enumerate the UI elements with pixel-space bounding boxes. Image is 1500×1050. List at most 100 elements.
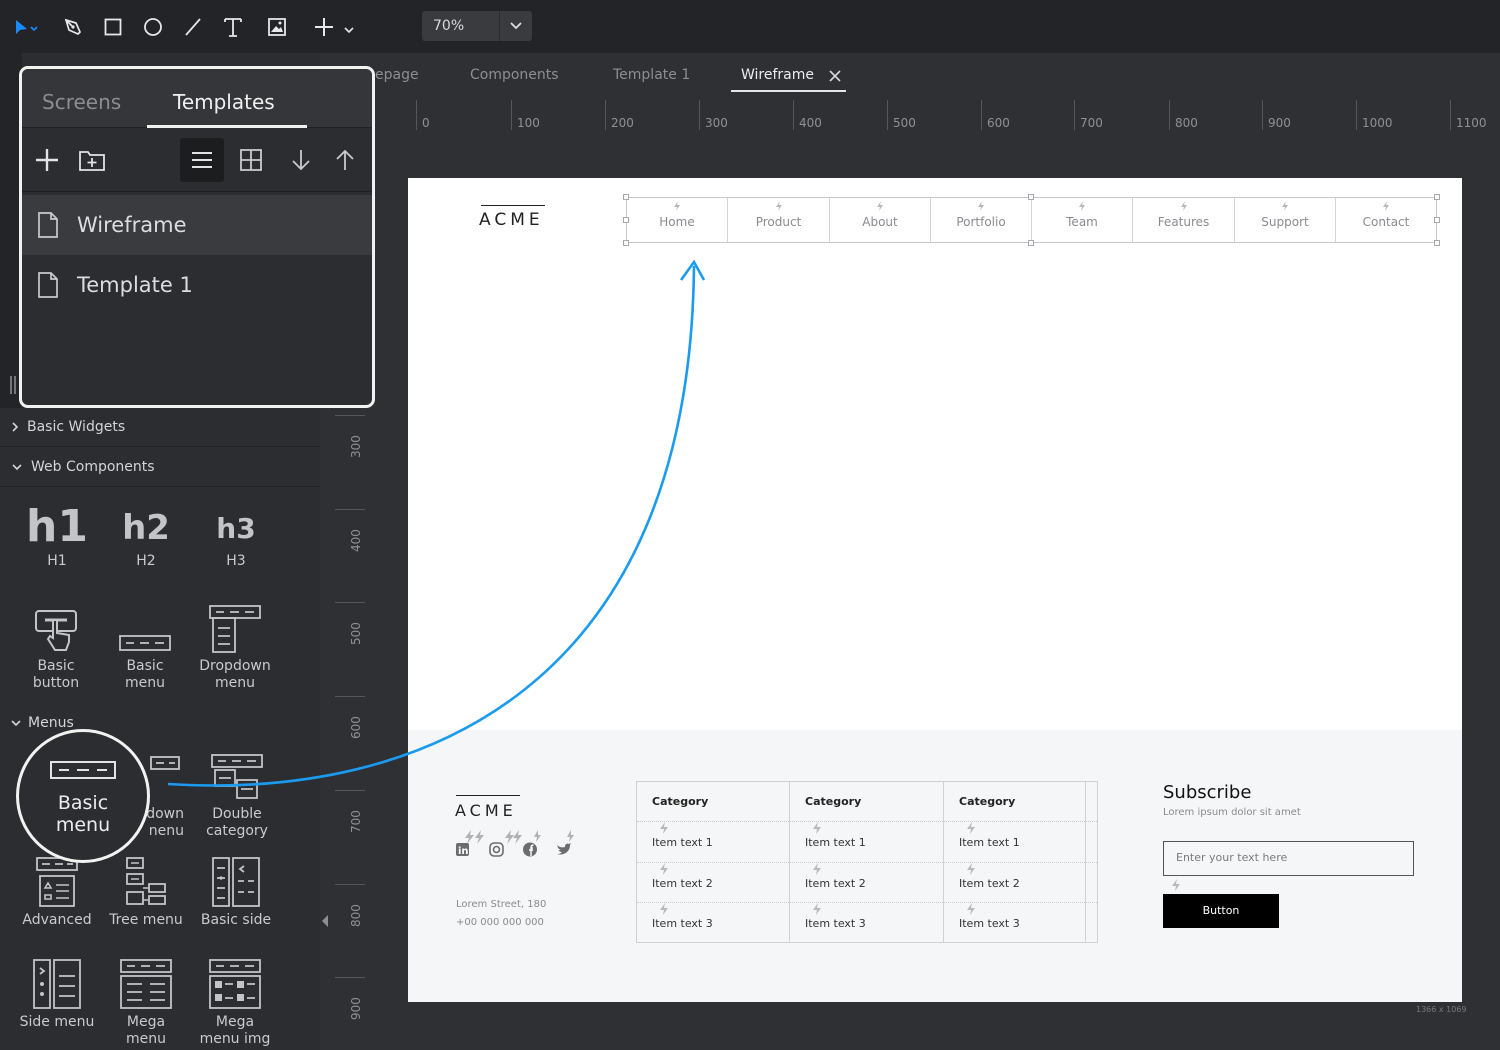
resize-handle[interactable] <box>1434 194 1440 200</box>
nav-item-about[interactable]: About <box>830 198 931 242</box>
ruler-tick: 1000 <box>1356 100 1393 130</box>
widget-tree-menu[interactable]: Tree menu <box>101 852 191 929</box>
pen-tool-button[interactable] <box>56 10 90 44</box>
ruler-tick: 700 <box>335 790 365 833</box>
widget-h3[interactable]: h3 H3 <box>191 493 281 570</box>
category-item[interactable]: Item text 3 <box>652 917 804 930</box>
bolt-icon <box>1079 201 1085 211</box>
widget-label: Double category <box>206 806 268 839</box>
category-item[interactable]: Item text 3 <box>805 917 958 930</box>
section-basic-widgets[interactable]: Basic Widgets <box>0 407 320 447</box>
widget-label: Basic button <box>32 658 80 691</box>
widget-basic-menu[interactable]: Basic menu <box>100 598 190 692</box>
tab-templates[interactable]: Templates <box>173 90 275 114</box>
rectangle-icon <box>104 18 122 36</box>
widget-h1[interactable]: h1 H1 <box>12 493 102 570</box>
widget-h2[interactable]: h2 H2 <box>101 493 191 570</box>
resize-handle[interactable] <box>623 240 629 246</box>
list-view-button[interactable] <box>180 138 224 182</box>
active-tab-indicator <box>147 125 307 128</box>
category-item[interactable]: Item text 2 <box>652 877 804 890</box>
ruler-tick: 300 <box>335 415 365 458</box>
image-tool-button[interactable] <box>260 10 294 44</box>
bolt-icon <box>1180 201 1187 211</box>
close-tab-button[interactable] <box>828 68 842 87</box>
widget-label: H1 <box>47 553 67 569</box>
add-folder-button[interactable] <box>70 138 114 182</box>
category-item[interactable]: Item text 2 <box>959 877 1100 890</box>
widget-mega-menu[interactable]: Mega menu <box>101 954 191 1048</box>
ruler-tick: 600 <box>981 100 1010 130</box>
widget-mega-menu-img[interactable]: Mega menu img <box>190 954 280 1048</box>
grid-view-button[interactable] <box>229 138 273 182</box>
chevron-down-icon <box>12 463 22 470</box>
section-label: Web Components <box>31 458 155 475</box>
widget-basic-side-menu[interactable]: Basic side <box>191 852 281 929</box>
zoom-selector[interactable]: 70% <box>422 11 532 41</box>
category-item[interactable]: Item text 1 <box>959 836 1100 849</box>
highlight-label: Basic menu <box>55 792 111 836</box>
add-tool-button[interactable] <box>310 10 358 44</box>
tab-homepage[interactable]: epage <box>375 67 419 83</box>
subscribe-button[interactable]: Button <box>1163 894 1279 928</box>
wireframe-page[interactable]: ACME Home Product About Portfolio Team F… <box>408 178 1462 1002</box>
tab-screens[interactable]: Screens <box>42 90 121 114</box>
drag-handle-icon[interactable] <box>9 376 17 394</box>
zoom-value[interactable]: 70% <box>422 11 500 41</box>
nav-item-home[interactable]: Home <box>627 198 728 242</box>
widget-side-menu[interactable]: Side menu <box>12 954 102 1031</box>
sort-descending-button[interactable] <box>279 138 323 182</box>
category-item[interactable]: Item text 2 <box>805 877 958 890</box>
table-divider <box>637 821 1097 822</box>
template-item-template-1[interactable]: Template 1 <box>22 255 372 315</box>
widget-advanced-menu[interactable]: Advanced <box>12 852 102 929</box>
template-item-wireframe[interactable]: Wireframe <box>22 195 372 255</box>
resize-handle[interactable] <box>623 194 629 200</box>
basic-menu-highlight[interactable]: Basic menu <box>16 729 150 863</box>
mega-menu-icon <box>120 959 172 1009</box>
resize-handle[interactable] <box>1434 217 1440 223</box>
nav-item-portfolio[interactable]: Portfolio <box>931 198 1032 242</box>
resize-handle[interactable] <box>1028 240 1034 246</box>
plus-icon <box>315 18 354 36</box>
ruler-label: 800 <box>349 904 363 927</box>
nav-item-product[interactable]: Product <box>728 198 830 242</box>
widget-dropdown-menu[interactable]: Dropdown menu <box>190 598 280 692</box>
tab-components[interactable]: Components <box>470 67 559 83</box>
section-menus[interactable]: Menus <box>10 715 74 731</box>
widget-double-category[interactable]: Double category <box>192 752 282 840</box>
category-item[interactable]: Item text 3 <box>959 917 1100 930</box>
nav-item-team[interactable]: Team <box>1032 198 1133 242</box>
basic-menu-widget[interactable]: Home Product About Portfolio Team Featur… <box>626 197 1437 243</box>
tab-template-1[interactable]: Template 1 <box>613 67 690 83</box>
resize-handle[interactable] <box>1434 240 1440 246</box>
ruler-tick: 800 <box>335 884 365 927</box>
zoom-dropdown-button[interactable] <box>500 11 531 41</box>
bolt-icon <box>978 201 984 211</box>
tab-wireframe[interactable]: Wireframe <box>741 67 814 83</box>
add-folder-icon <box>79 151 105 171</box>
collapse-panel-icon[interactable] <box>321 914 329 928</box>
add-template-button[interactable] <box>25 138 69 182</box>
text-tool-button[interactable] <box>216 10 250 44</box>
sort-ascending-button[interactable] <box>323 138 367 182</box>
subscribe-email-input[interactable]: Enter your text here <box>1163 841 1414 876</box>
chevron-down-icon <box>509 22 522 30</box>
widget-label: Mega menu <box>126 1014 166 1047</box>
nav-item-contact[interactable]: Contact <box>1336 198 1436 242</box>
resize-handle[interactable] <box>623 217 629 223</box>
chevron-right-icon <box>12 421 19 432</box>
popover-tabs: Screens Templates <box>22 69 372 128</box>
rectangle-tool-button[interactable] <box>96 10 130 44</box>
category-item[interactable]: Item text 1 <box>652 836 804 849</box>
nav-item-features[interactable]: Features <box>1133 198 1235 242</box>
select-tool-button[interactable] <box>8 10 42 44</box>
category-item[interactable]: Item text 1 <box>805 836 958 849</box>
resize-handle[interactable] <box>1028 194 1034 200</box>
nav-item-support[interactable]: Support <box>1235 198 1336 242</box>
line-tool-button[interactable] <box>176 10 210 44</box>
widget-basic-button[interactable]: Basic button <box>11 598 101 692</box>
section-web-components[interactable]: Web Components <box>0 447 320 487</box>
ellipse-tool-button[interactable] <box>136 10 170 44</box>
widget-label: Dropdown menu <box>199 658 271 691</box>
